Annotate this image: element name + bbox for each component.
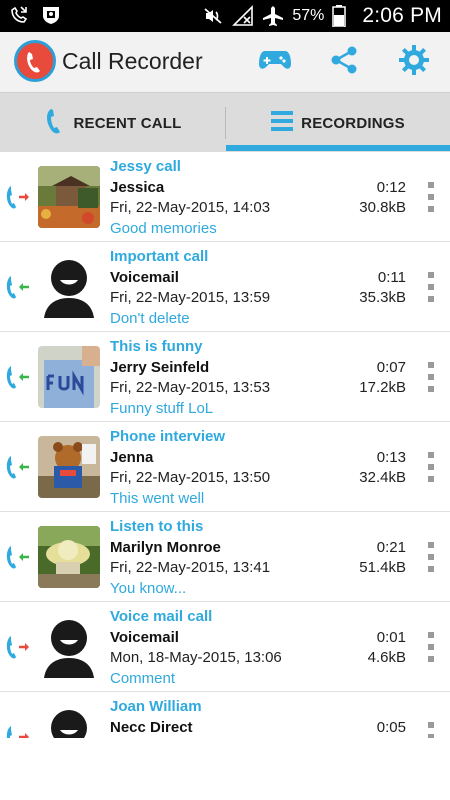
contact-name: Voicemail	[110, 269, 179, 286]
list-icon	[271, 109, 294, 138]
contact-name: Jerry Seinfeld	[110, 359, 210, 376]
list-item[interactable]: Joan William Necc Direct 0:05	[0, 692, 450, 738]
contact-name: Marilyn Monroe	[110, 539, 221, 556]
recording-duration: 0:07	[376, 359, 406, 376]
app-title: Call Recorder	[62, 48, 203, 74]
recording-duration: 0:13	[376, 449, 406, 466]
recording-title: Phone interview	[110, 428, 226, 445]
overflow-menu-icon[interactable]	[426, 542, 436, 572]
recording-duration: 0:05	[376, 719, 406, 736]
battery-icon	[332, 5, 354, 28]
recording-note: Comment	[110, 670, 176, 687]
tab-recordings[interactable]: RECORDINGS	[226, 93, 450, 153]
incoming-call-icon	[4, 544, 32, 570]
recording-title: Joan William	[110, 698, 202, 715]
incoming-call-icon	[4, 274, 32, 300]
status-bar: 57% 2:06 PM	[0, 0, 450, 32]
no-signal-icon	[232, 5, 254, 27]
gamepad-button[interactable]	[257, 44, 293, 80]
generic-avatar-icon	[38, 616, 100, 678]
incoming-call-icon	[4, 454, 32, 480]
list-item[interactable]: Jessy call Jessica Fri, 22-May-2015, 14:…	[0, 152, 450, 242]
share-icon	[329, 45, 359, 80]
contact-photo	[38, 346, 100, 408]
generic-avatar-icon	[38, 706, 100, 738]
recording-date: Fri, 22-May-2015, 13:59	[110, 289, 271, 306]
selected-tab-indicator	[226, 145, 450, 151]
settings-button[interactable]	[396, 44, 432, 80]
airplane-icon	[262, 5, 284, 27]
recording-note: This went well	[110, 490, 205, 507]
contact-name: Jenna	[110, 449, 154, 466]
phone-icon	[43, 107, 65, 140]
tab-label: RECORDINGS	[301, 114, 405, 132]
recording-duration: 0:12	[376, 179, 406, 196]
overflow-menu-icon[interactable]	[426, 722, 436, 738]
overflow-menu-icon[interactable]	[426, 452, 436, 482]
recording-date: Fri, 22-May-2015, 13:50	[110, 469, 271, 486]
share-button[interactable]	[326, 44, 362, 80]
recording-size: 51.4kB	[359, 559, 406, 576]
outgoing-call-icon	[4, 634, 32, 660]
list-item[interactable]: Important call Voicemail Fri, 22-May-201…	[0, 242, 450, 332]
gamepad-icon	[259, 48, 291, 77]
action-bar: Call Recorder	[0, 32, 450, 92]
contact-photo	[38, 436, 100, 498]
recording-size: 35.3kB	[359, 289, 406, 306]
recording-note: You know...	[110, 580, 187, 597]
outgoing-call-icon	[4, 724, 32, 738]
list-item[interactable]: Voice mail call Voicemail Mon, 18-May-20…	[0, 602, 450, 692]
tab-recent-call[interactable]: RECENT CALL	[0, 93, 225, 153]
recording-date: Fri, 22-May-2015, 13:41	[110, 559, 271, 576]
recording-note: Don't delete	[110, 310, 190, 327]
tab-bar: RECENT CALL RECORDINGS	[0, 92, 450, 152]
generic-avatar-icon	[38, 256, 100, 318]
outgoing-call-icon	[4, 184, 32, 210]
contact-name: Voicemail	[110, 629, 179, 646]
recording-size: 4.6kB	[367, 649, 406, 666]
contact-photo	[38, 526, 100, 588]
missed-call-icon	[8, 4, 30, 26]
list-item[interactable]: This is funny Jerry Seinfeld Fri, 22-May…	[0, 332, 450, 422]
battery-percent: 57%	[292, 7, 325, 24]
recording-size: 30.8kB	[359, 199, 406, 216]
recording-size: 32.4kB	[359, 469, 406, 486]
mute-icon	[202, 5, 224, 27]
settings-icon	[398, 44, 430, 81]
overflow-menu-icon[interactable]	[426, 632, 436, 662]
recording-note: Good memories	[110, 220, 217, 237]
recording-date: Mon, 18-May-2015, 13:06	[110, 649, 282, 666]
shield-icon	[40, 4, 62, 26]
recording-date: Fri, 22-May-2015, 13:53	[110, 379, 271, 396]
contact-name: Necc Direct	[110, 719, 193, 736]
clock-time: 2:06 PM	[362, 4, 442, 27]
recording-title: Jessy call	[110, 158, 181, 175]
recording-size: 17.2kB	[359, 379, 406, 396]
contact-name: Jessica	[110, 179, 165, 196]
contact-photo	[38, 166, 100, 228]
recording-title: Voice mail call	[110, 608, 213, 625]
recording-duration: 0:21	[376, 539, 406, 556]
overflow-menu-icon[interactable]	[426, 182, 436, 212]
recording-duration: 0:01	[376, 629, 406, 646]
list-item[interactable]: Phone interview Jenna Fri, 22-May-2015, …	[0, 422, 450, 512]
recording-note: Funny stuff LoL	[110, 400, 214, 417]
overflow-menu-icon[interactable]	[426, 362, 436, 392]
tab-label: RECENT CALL	[73, 114, 182, 132]
recording-duration: 0:11	[377, 269, 406, 286]
recording-title: Important call	[110, 248, 209, 265]
overflow-menu-icon[interactable]	[426, 272, 436, 302]
recording-title: This is funny	[110, 338, 203, 355]
list-item[interactable]: Listen to this Marilyn Monroe Fri, 22-Ma…	[0, 512, 450, 602]
recordings-list[interactable]: Jessy call Jessica Fri, 22-May-2015, 14:…	[0, 152, 450, 738]
app-logo-icon	[14, 40, 56, 82]
recording-date: Fri, 22-May-2015, 14:03	[110, 199, 271, 216]
incoming-call-icon	[4, 364, 32, 390]
recording-title: Listen to this	[110, 518, 204, 535]
